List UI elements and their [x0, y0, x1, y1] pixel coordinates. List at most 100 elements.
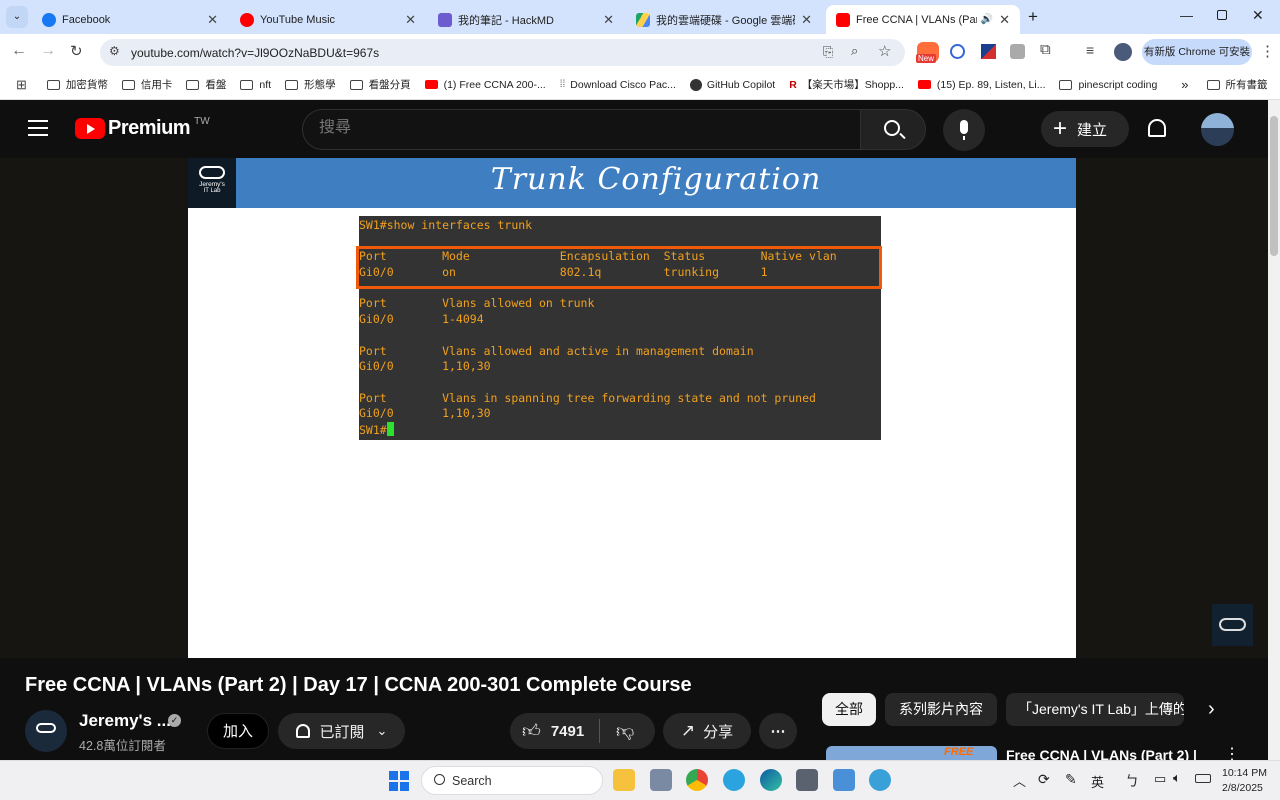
- bookmark-link[interactable]: ⁞⁞ Download Cisco Pac...: [560, 79, 676, 91]
- folder-icon: [121, 79, 135, 90]
- channel-name[interactable]: Jeremy's ...: [79, 711, 171, 731]
- close-icon[interactable]: ✕: [603, 12, 614, 28]
- display-icon[interactable]: ▭: [1154, 771, 1166, 787]
- tab-search-button[interactable]: ⌄: [6, 6, 28, 28]
- scrollbar-thumb[interactable]: [1270, 116, 1278, 256]
- telegram-icon[interactable]: [723, 769, 745, 791]
- youtube-logo[interactable]: Premium TW: [75, 116, 210, 140]
- battery-icon[interactable]: [1195, 774, 1211, 783]
- restore-button[interactable]: [1217, 10, 1227, 20]
- start-button[interactable]: [389, 771, 409, 791]
- account-avatar[interactable]: [1201, 113, 1234, 146]
- app-icon[interactable]: [650, 769, 672, 791]
- more-actions-button[interactable]: ⋯: [759, 713, 797, 749]
- channel-watermark[interactable]: [1212, 604, 1253, 646]
- pen-icon[interactable]: ✎: [1065, 771, 1077, 788]
- dislike-button[interactable]: 👎︎: [600, 720, 634, 742]
- chrome-icon[interactable]: [686, 769, 708, 791]
- close-icon[interactable]: ✕: [999, 12, 1010, 28]
- chevron-up-icon[interactable]: ︿: [1013, 771, 1026, 790]
- guide-menu-icon[interactable]: [28, 120, 48, 136]
- bookmark-link[interactable]: GitHub Copilot: [689, 78, 775, 91]
- channel-avatar[interactable]: [25, 710, 67, 752]
- video-frame[interactable]: Jeremy's IT Lab Trunk Configuration SW1#…: [188, 158, 1076, 658]
- notifications-bell-icon[interactable]: [1148, 119, 1166, 137]
- bookmark-folder[interactable]: nft: [240, 79, 271, 91]
- bookmark-label: (15) Ep. 89, Listen, Li...: [936, 78, 1046, 91]
- edge-icon[interactable]: [760, 769, 782, 791]
- site-info-icon[interactable]: ⚙: [109, 44, 120, 58]
- minimize-button[interactable]: —: [1180, 8, 1193, 23]
- search-button[interactable]: [860, 109, 926, 150]
- chip-channel-uploads[interactable]: 「Jeremy's IT Lab」上傳的: [1006, 693, 1184, 726]
- clock-date[interactable]: 2/8/2025: [1222, 782, 1263, 794]
- bookmark-folder[interactable]: pinescript coding: [1059, 79, 1157, 91]
- sync-icon[interactable]: ⟳: [1038, 771, 1050, 788]
- notepad-icon[interactable]: [833, 769, 855, 791]
- tab-youtube-active[interactable]: Free CCNA | VLANs (Part 2) 🔊 ✕: [826, 5, 1020, 34]
- volume-icon[interactable]: 🔈︎: [1173, 770, 1181, 786]
- all-bookmarks-folder[interactable]: 所有書籤: [1206, 77, 1268, 92]
- ime-mode-icon[interactable]: ㄅ: [1125, 771, 1139, 791]
- like-dislike-group: 👍︎ 7491 👎︎: [510, 713, 655, 749]
- subscribed-button[interactable]: 已訂閱 ⌄: [278, 713, 405, 749]
- voice-search-button[interactable]: [943, 109, 985, 151]
- media-control-icon[interactable]: ≡: [1086, 42, 1094, 58]
- address-bar[interactable]: ⚙ youtube.com/watch?v=Jl9OOzNaBDU&t=967s…: [100, 39, 905, 66]
- bookmark-folder[interactable]: 看盤分頁: [349, 77, 411, 92]
- search-input[interactable]: [319, 119, 819, 137]
- ime-language[interactable]: 英: [1091, 772, 1104, 791]
- chrome-menu-icon[interactable]: ⋮: [1260, 42, 1275, 60]
- zoom-icon[interactable]: ⌕: [851, 43, 858, 59]
- bookmark-star-icon[interactable]: ☆: [878, 42, 891, 60]
- extension-lens-icon[interactable]: [950, 44, 965, 59]
- calculator-icon[interactable]: [796, 769, 818, 791]
- tab-facebook[interactable]: Facebook ✕: [32, 5, 228, 34]
- window-close-button[interactable]: ✕: [1252, 7, 1264, 24]
- extension-flag-icon[interactable]: [981, 44, 996, 59]
- reload-button[interactable]: ↻: [70, 42, 83, 60]
- bookmark-folder[interactable]: 形態學: [285, 77, 336, 92]
- tab-hackmd[interactable]: 我的筆記 - HackMD ✕: [428, 5, 624, 34]
- back-button[interactable]: ←: [11, 42, 27, 60]
- bookmark-folder[interactable]: 加密貨幣: [46, 77, 108, 92]
- chip-all[interactable]: 全部: [822, 693, 876, 726]
- audio-playing-icon[interactable]: 🔊: [981, 14, 993, 25]
- clock-time[interactable]: 10:14 PM: [1222, 767, 1267, 779]
- search-box[interactable]: [302, 109, 861, 150]
- create-button[interactable]: + 建立: [1041, 111, 1129, 147]
- chevron-right-icon[interactable]: ›: [1208, 698, 1215, 721]
- tab-google-drive[interactable]: 我的雲端硬碟 - Google 雲端硬碟 ✕: [626, 5, 822, 34]
- like-button[interactable]: 👍︎ 7491: [510, 719, 600, 743]
- chip-series[interactable]: 系列影片內容: [885, 693, 997, 726]
- terminal-line: Gi0/0 1,10,30: [359, 406, 491, 421]
- join-button[interactable]: 加入: [207, 713, 269, 749]
- bookmarks-overflow-icon[interactable]: »: [1181, 77, 1188, 92]
- bookmark-link[interactable]: R 【楽天市場】Shopp...: [789, 77, 904, 92]
- new-tab-button[interactable]: +: [1028, 7, 1038, 27]
- bookmark-folder[interactable]: 看盤: [186, 77, 226, 92]
- tab-title: Free CCNA | VLANs (Part 2): [856, 13, 977, 26]
- close-icon[interactable]: ✕: [801, 12, 812, 28]
- folder-icon: [1206, 79, 1220, 90]
- profile-avatar[interactable]: [1114, 43, 1132, 61]
- taskbar-search[interactable]: Search: [421, 766, 603, 795]
- close-icon[interactable]: ✕: [405, 12, 416, 28]
- apps-icon[interactable]: ⊞: [16, 77, 27, 93]
- share-button[interactable]: ↗ 分享: [663, 713, 751, 749]
- tab-title: Facebook: [62, 13, 111, 26]
- bookmark-link[interactable]: (1) Free CCNA 200-...: [424, 79, 546, 91]
- extensions-menu-icon[interactable]: ⧉: [1040, 41, 1051, 58]
- page-scrollbar[interactable]: [1268, 100, 1280, 760]
- bookmark-folder[interactable]: 信用卡: [121, 77, 172, 92]
- forward-button[interactable]: →: [40, 42, 56, 60]
- file-explorer-icon[interactable]: [613, 769, 635, 791]
- chrome-update-button[interactable]: 有新版 Chrome 可安裝: [1142, 39, 1252, 65]
- bookmark-link[interactable]: (15) Ep. 89, Listen, Li...: [917, 78, 1046, 91]
- close-icon[interactable]: ✕: [207, 12, 218, 28]
- next-video-thumbnail[interactable]: FREE: [826, 746, 997, 760]
- extension-puzzle-icon[interactable]: [1010, 44, 1025, 59]
- tab-youtube-music[interactable]: YouTube Music ✕: [230, 5, 426, 34]
- install-app-icon[interactable]: ⎘: [823, 44, 833, 60]
- network-app-icon[interactable]: [869, 769, 891, 791]
